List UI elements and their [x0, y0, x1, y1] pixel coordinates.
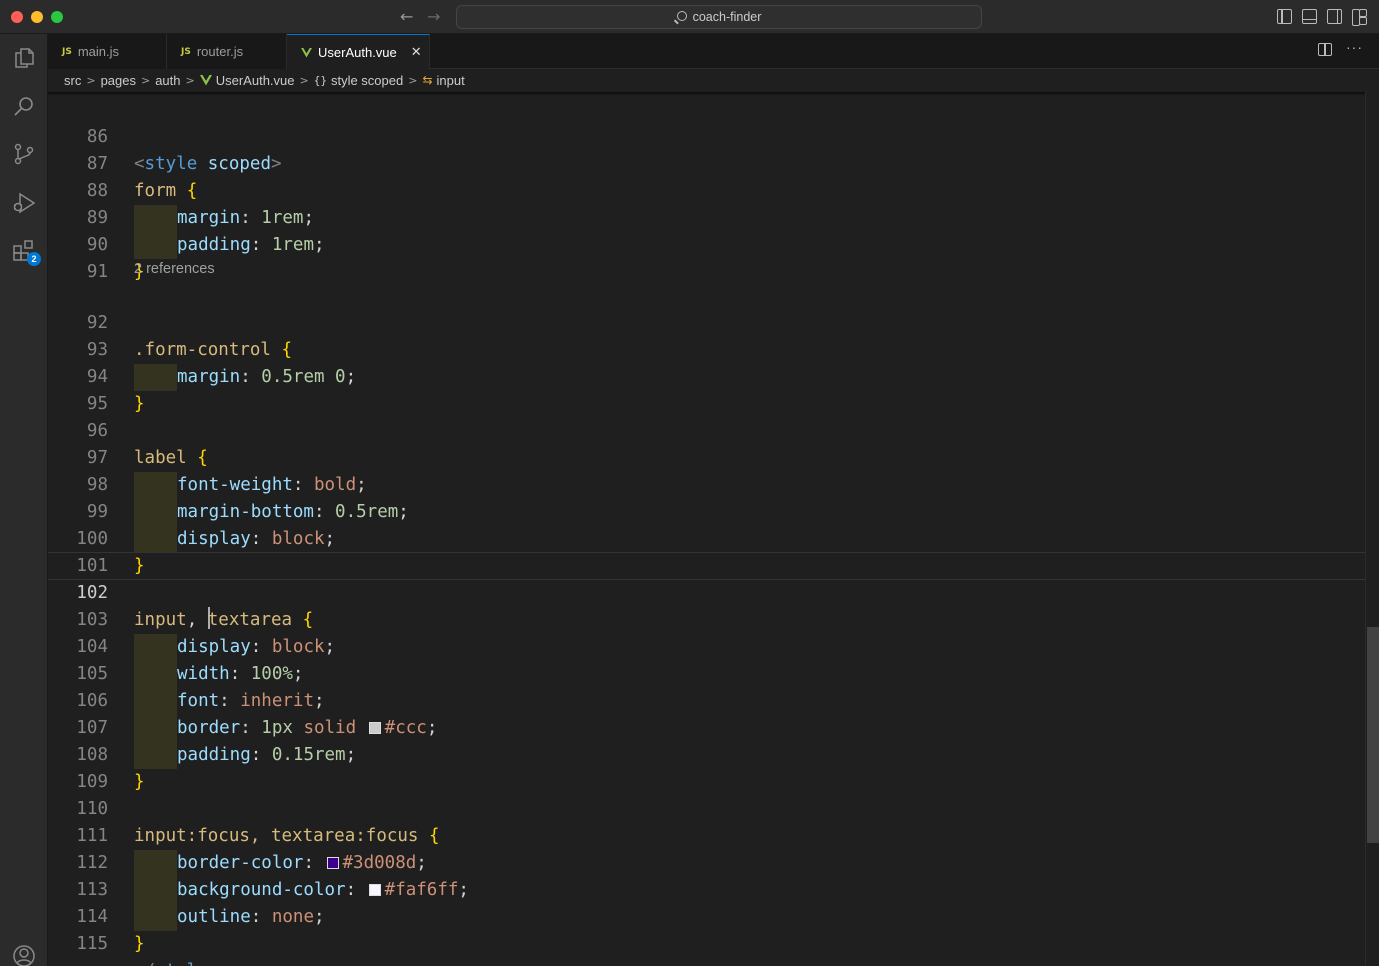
- search-icon[interactable]: [10, 92, 38, 120]
- scrollbar-thumb[interactable]: [1367, 627, 1379, 843]
- code-editor[interactable]: 86 <style scoped> 87 form { 88 margin: 1…: [48, 92, 1365, 966]
- code-line[interactable]: 97 font-weight: bold;: [48, 418, 1365, 499]
- chevron-right-icon: >: [408, 73, 418, 87]
- vertical-scrollbar[interactable]: [1365, 92, 1379, 966]
- breadcrumb-src[interactable]: src: [64, 73, 81, 88]
- extensions-badge: 2: [27, 252, 41, 266]
- code-line[interactable]: 103 display: block;: [48, 580, 1365, 661]
- source-control-icon[interactable]: [10, 140, 38, 168]
- codelens-references[interactable]: 2 references: [134, 261, 215, 277]
- toggle-secondary-sidebar-icon[interactable]: [1327, 9, 1342, 24]
- code-line[interactable]: 86 <style scoped>: [48, 97, 1365, 174]
- code-line[interactable]: 93 margin: 0.5rem 0;: [48, 310, 1365, 391]
- tab-label: main.js: [77, 44, 120, 59]
- toggle-primary-sidebar-icon[interactable]: [1277, 9, 1292, 24]
- chevron-right-icon: >: [140, 73, 151, 87]
- code-line[interactable]: 94 }: [48, 337, 1365, 414]
- code-line[interactable]: 113 outline: none;: [48, 850, 1365, 931]
- vue-file-icon: [301, 47, 312, 58]
- breadcrumb-auth[interactable]: auth: [155, 73, 180, 88]
- code-line[interactable]: 90 }: [48, 205, 1365, 282]
- code-line[interactable]: 88 margin: 1rem;: [48, 151, 1365, 232]
- tab-label: router.js: [196, 44, 244, 59]
- code-line[interactable]: 101: [48, 526, 1365, 576]
- title-bar: ← → coach-finder: [0, 0, 1379, 34]
- js-file-icon: JS: [62, 46, 72, 57]
- code-line[interactable]: 100 }: [48, 499, 1365, 576]
- code-line[interactable]: 96 label {: [48, 391, 1365, 468]
- code-line[interactable]: 98 margin-bottom: 0.5rem;: [48, 445, 1365, 526]
- line-number: 91: [86, 262, 108, 282]
- css-selector-icon: ⇆: [422, 73, 433, 87]
- editor-actions: ···: [1318, 39, 1363, 56]
- chevron-right-icon: >: [86, 73, 96, 87]
- forward-arrow-icon[interactable]: →: [427, 7, 440, 26]
- window-close-button[interactable]: [11, 11, 23, 23]
- editor-tab-bar: JS main.js JS router.js UserAuth.vue ✕ ·…: [48, 34, 1379, 70]
- breadcrumb-style-scoped[interactable]: style scoped: [331, 73, 403, 88]
- window-title: coach-finder: [692, 10, 762, 24]
- activity-bar: 2: [0, 34, 48, 966]
- code-line[interactable]: 107 padding: 0.15rem;: [48, 688, 1365, 769]
- explorer-icon[interactable]: [10, 44, 38, 72]
- code-line[interactable]: 105 font: inherit;: [48, 634, 1365, 715]
- line-number: 115: [76, 934, 108, 954]
- split-editor-icon[interactable]: [1318, 43, 1332, 56]
- layout-controls: [1277, 9, 1367, 26]
- extensions-icon[interactable]: 2: [10, 237, 41, 266]
- account-icon[interactable]: [10, 942, 38, 966]
- back-arrow-icon[interactable]: ←: [400, 7, 413, 26]
- code-line[interactable]: 112 background-color: #faf6ff;: [48, 823, 1365, 904]
- code-line[interactable]: 92 .form-control {: [48, 283, 1365, 360]
- breadcrumb-pages[interactable]: pages: [101, 73, 136, 88]
- js-file-icon: JS: [181, 46, 191, 57]
- search-icon: [676, 11, 687, 21]
- breadcrumb: src > pages > auth > UserAuth.vue > {} s…: [48, 69, 1379, 91]
- code-line[interactable]: 109: [48, 742, 1365, 792]
- code-line[interactable]: 99 display: block;: [48, 472, 1365, 553]
- chevron-right-icon: >: [185, 73, 195, 87]
- braces-icon: {}: [313, 73, 327, 87]
- code-line[interactable]: 111 border-color: #3d008d;: [48, 796, 1365, 877]
- tab-userauth-vue[interactable]: UserAuth.vue ✕: [287, 34, 430, 70]
- breadcrumb-input[interactable]: input: [437, 73, 465, 88]
- code-line[interactable]: 110 input:focus, textarea:focus {: [48, 769, 1365, 846]
- code-line[interactable]: 115 </style>: [48, 904, 1365, 966]
- code-line[interactable]: 95: [48, 364, 1365, 414]
- toggle-panel-icon[interactable]: [1302, 9, 1317, 24]
- vue-file-icon: [199, 74, 212, 85]
- scroll-shadow: [48, 92, 1365, 96]
- chevron-right-icon: >: [299, 73, 309, 87]
- close-tab-icon[interactable]: ✕: [411, 45, 422, 60]
- tab-main-js[interactable]: JS main.js: [48, 34, 167, 69]
- code-line[interactable]: 91: [48, 232, 1365, 282]
- code-line[interactable]: 114 }: [48, 877, 1365, 954]
- tab-router-js[interactable]: JS router.js: [167, 34, 287, 69]
- more-actions-icon[interactable]: ···: [1346, 39, 1363, 55]
- code-line[interactable]: 108 }: [48, 715, 1365, 792]
- tab-label: UserAuth.vue: [318, 45, 397, 60]
- code-line[interactable]: 104 width: 100%;: [48, 607, 1365, 688]
- command-center-search[interactable]: coach-finder: [456, 5, 982, 29]
- window-maximize-button[interactable]: [51, 11, 63, 23]
- code-line[interactable]: 89 padding: 1rem;: [48, 178, 1365, 259]
- run-debug-icon[interactable]: [10, 189, 38, 217]
- code-line[interactable]: 87 form {: [48, 124, 1365, 201]
- window-minimize-button[interactable]: [31, 11, 43, 23]
- code-line[interactable]: 106 border: 1px solid #ccc;: [48, 661, 1365, 742]
- customize-layout-icon[interactable]: [1352, 9, 1367, 26]
- breadcrumb-file[interactable]: UserAuth.vue: [216, 73, 295, 88]
- current-code-line[interactable]: 102 input, textarea {: [48, 552, 1365, 630]
